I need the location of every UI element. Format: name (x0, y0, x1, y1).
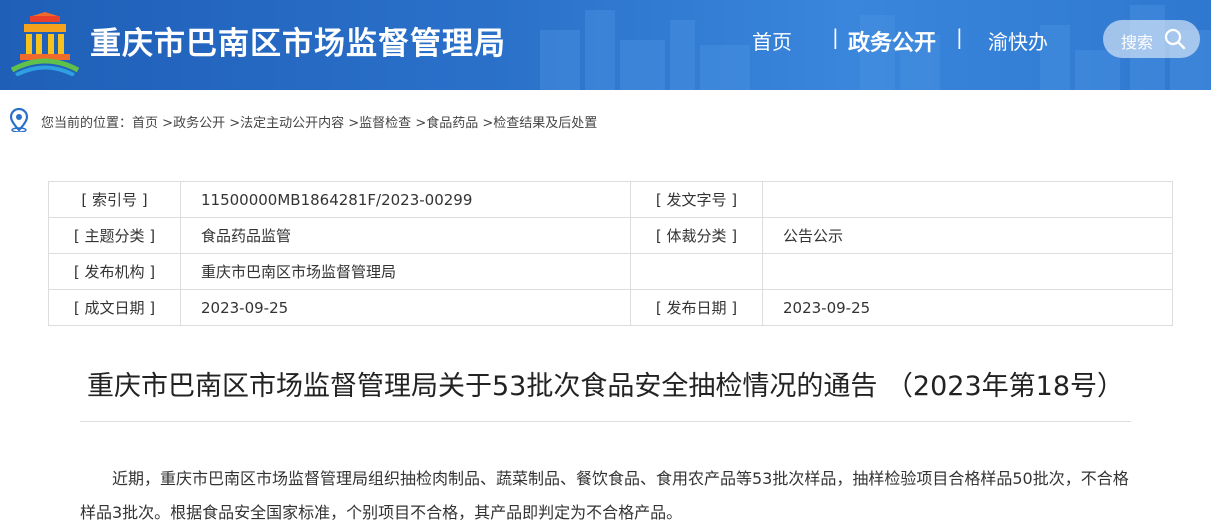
site-header: 重庆市巴南区市场监督管理局 首页 | 政务公开 | 渝快办 搜索 (0, 0, 1211, 90)
meta-label: [ 体裁分类 ] (630, 217, 763, 254)
meta-value: 食品药品监管 (180, 217, 631, 254)
breadcrumb-item-supervision[interactable]: >监督检查 (348, 116, 411, 131)
meta-value: 11500000MB1864281F/2023-00299 (180, 181, 631, 218)
metadata-table: [ 索引号 ] 11500000MB1864281F/2023-00299 [ … (48, 181, 1173, 326)
meta-value: 公告公示 (762, 217, 1173, 254)
breadcrumb-prefix: 您当前的位置： (41, 116, 133, 131)
breadcrumb-item-results[interactable]: >检查结果及后处置 (482, 116, 597, 131)
search-label: 搜索 (1121, 33, 1154, 52)
meta-label: [ 发文字号 ] (630, 181, 763, 218)
meta-label: [ 索引号 ] (48, 181, 181, 218)
meta-label: [ 成文日期 ] (48, 289, 181, 326)
meta-label (630, 253, 763, 290)
nav-home[interactable]: 首页 (752, 26, 792, 55)
meta-value: 2023-09-25 (762, 289, 1173, 326)
nav-yukuaiban[interactable]: 渝快办 (988, 26, 1048, 55)
search-icon (1164, 28, 1186, 50)
location-pin-icon (9, 108, 29, 132)
table-row: [ 发布机构 ] 重庆市巴南区市场监督管理局 (48, 253, 1173, 290)
breadcrumb-item-gov-open[interactable]: >政务公开 (162, 116, 225, 131)
nav-gov-open[interactable]: 政务公开 (848, 25, 936, 57)
table-row: [ 主题分类 ] 食品药品监管 [ 体裁分类 ] 公告公示 (48, 217, 1173, 254)
search-button[interactable]: 搜索 (1103, 20, 1200, 58)
meta-value: 重庆市巴南区市场监督管理局 (180, 253, 631, 290)
breadcrumb-item-home[interactable]: 首页 (132, 116, 158, 131)
meta-label: [ 发布日期 ] (630, 289, 763, 326)
divider (80, 421, 1131, 422)
meta-value (762, 181, 1173, 218)
site-title[interactable]: 重庆市巴南区市场监督管理局 (90, 18, 506, 63)
logo-emblem (10, 12, 80, 76)
article-title: 重庆市巴南区市场监督管理局关于53批次食品安全抽检情况的通告 （2023年第18… (86, 371, 1124, 402)
nav-separator: | (956, 25, 963, 49)
meta-value (762, 253, 1173, 290)
table-row: [ 索引号 ] 11500000MB1864281F/2023-00299 [ … (48, 181, 1173, 218)
meta-label: [ 发布机构 ] (48, 253, 181, 290)
nav-separator: | (832, 25, 839, 49)
article-paragraph: 近期，重庆市巴南区市场监督管理局组织抽检肉制品、蔬菜制品、餐饮食品、食用农产品等… (80, 469, 1129, 522)
meta-value: 2023-09-25 (180, 289, 631, 326)
table-row: [ 成文日期 ] 2023-09-25 [ 发布日期 ] 2023-09-25 (48, 289, 1173, 326)
meta-label: [ 主题分类 ] (48, 217, 181, 254)
breadcrumb-item-food-drug[interactable]: >食品药品 (415, 116, 478, 131)
breadcrumb-item-statutory[interactable]: >法定主动公开内容 (229, 116, 344, 131)
